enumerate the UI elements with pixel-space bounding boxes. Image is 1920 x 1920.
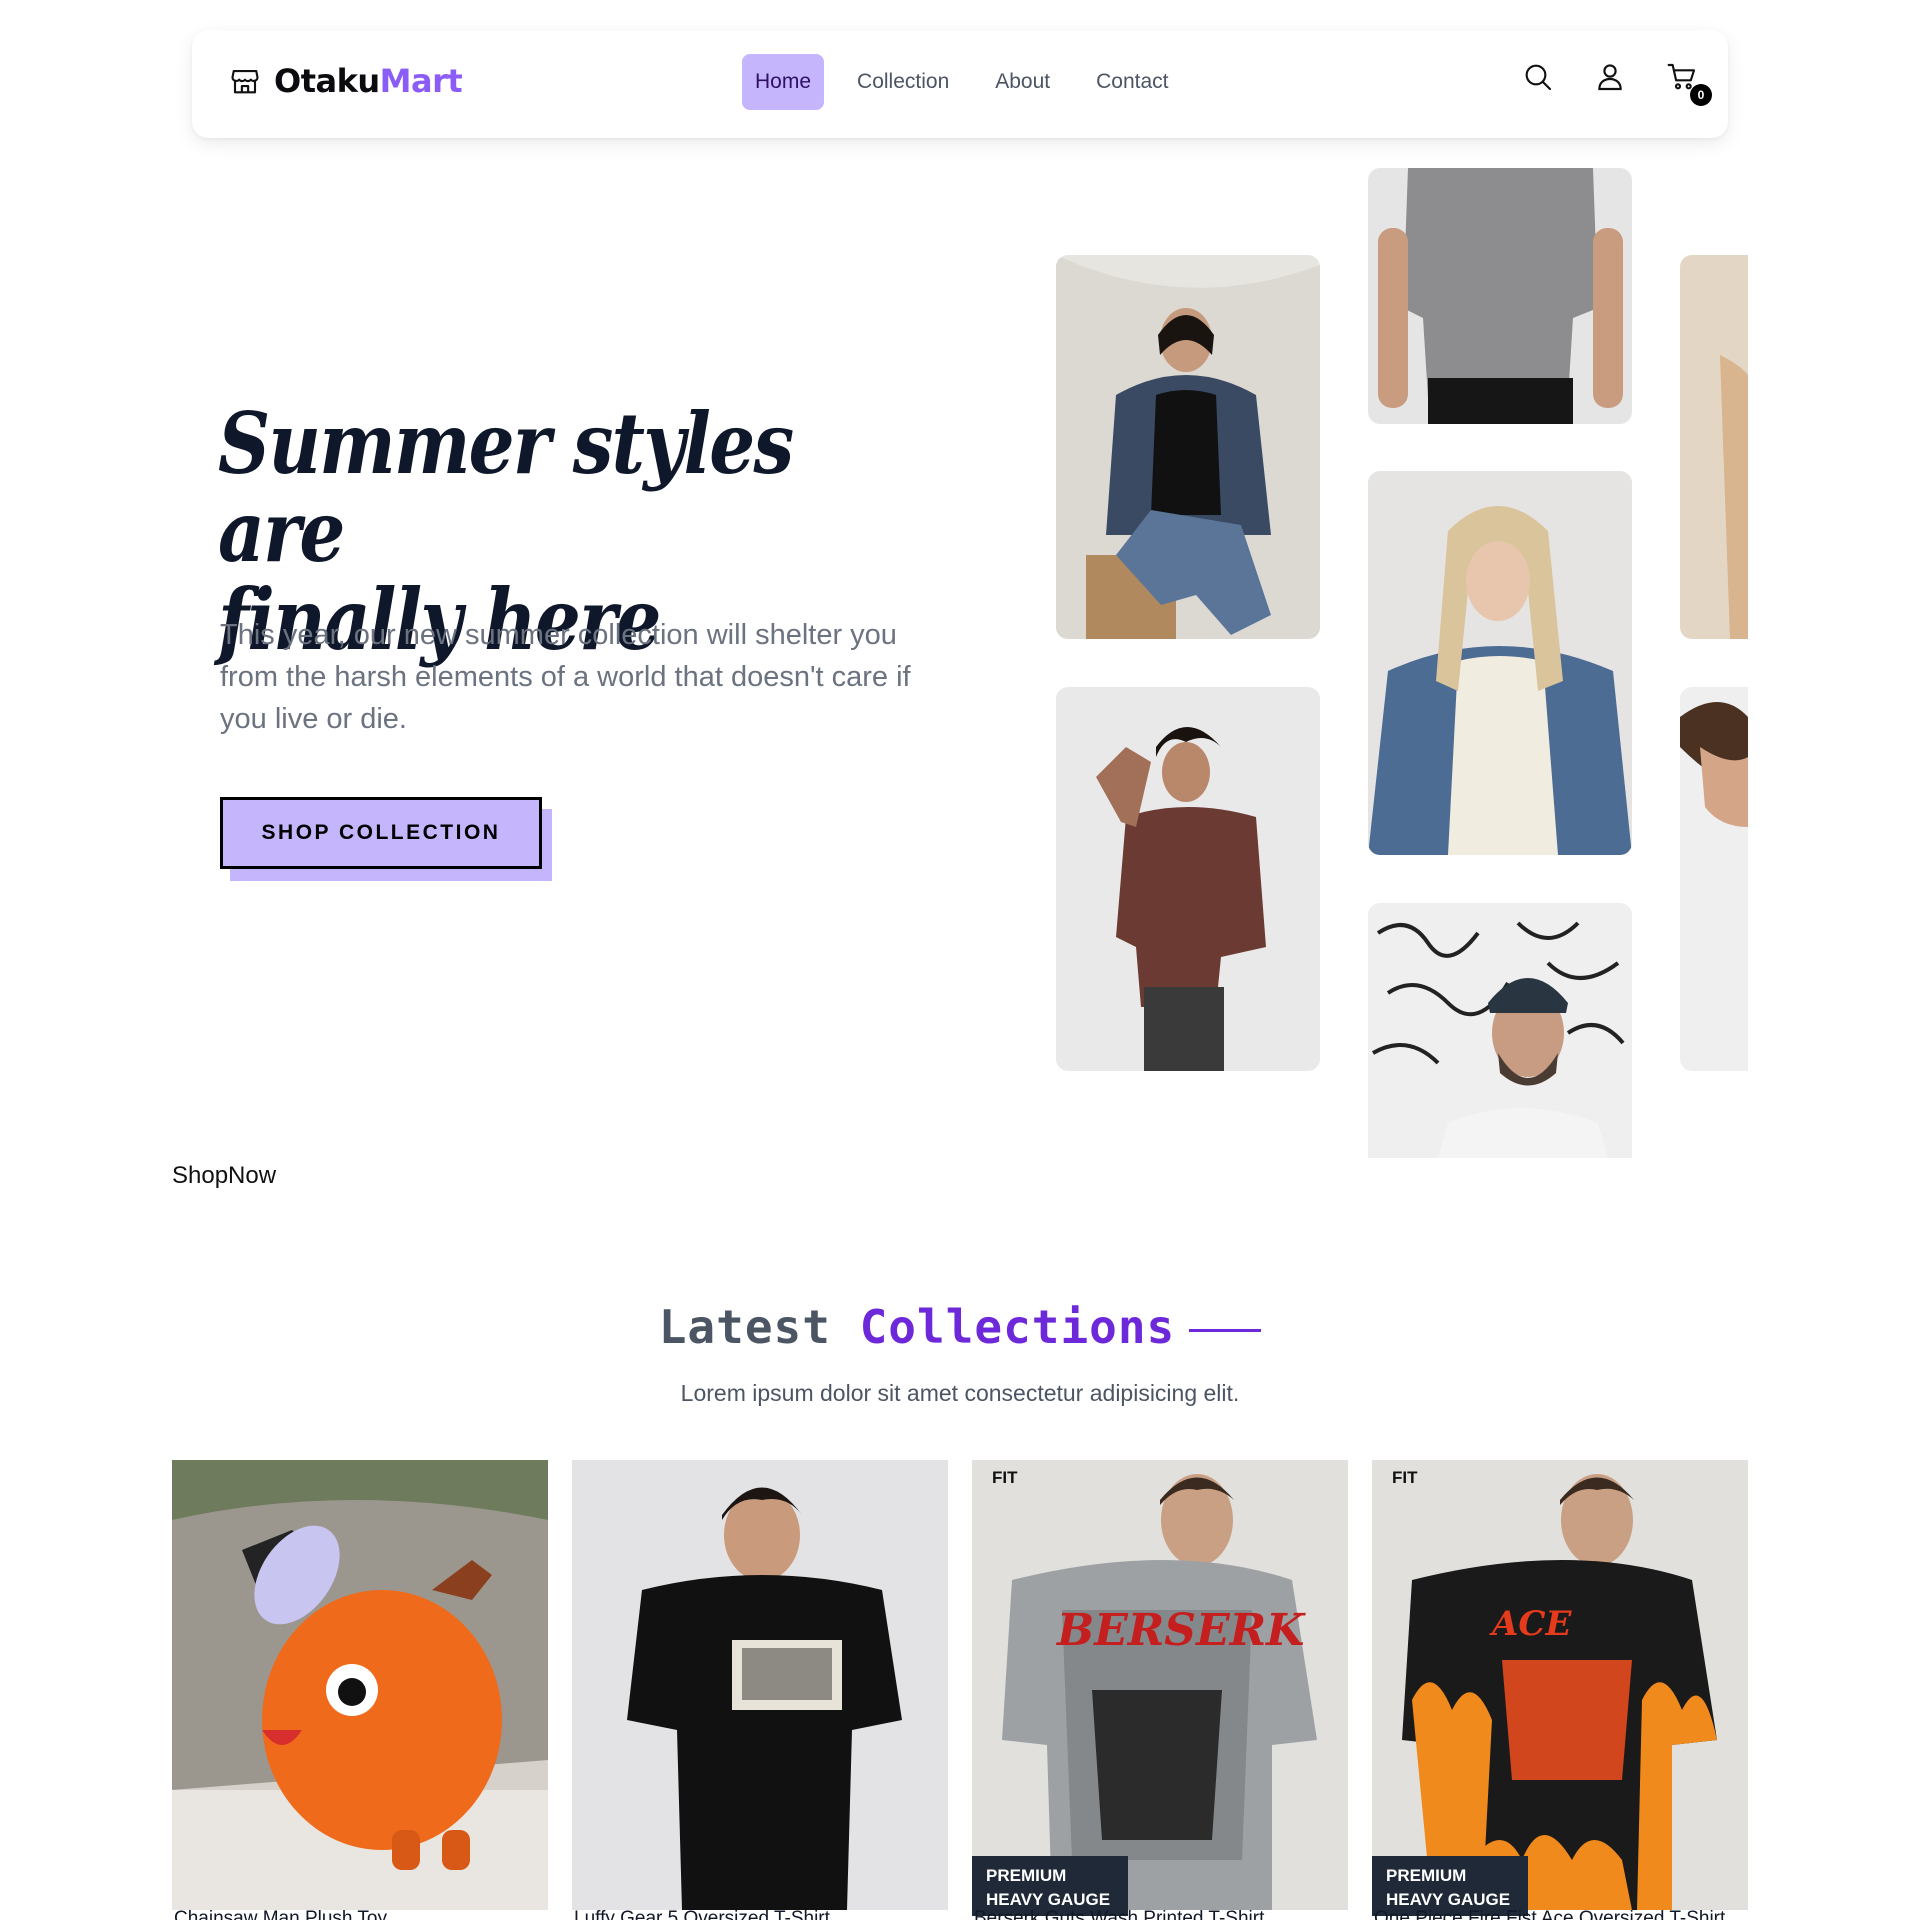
product-name[interactable]: Berserk Guts Wash Printed T-Shirt [974,1908,1348,1920]
nav-link-home[interactable]: Home [742,54,825,110]
product-card[interactable]: BERSERK FIT PREMIUM HEAVY GAUGE FABRIC B… [972,1460,1348,1920]
fabric-badge: PREMIUM HEAVY GAUGE FABRIC [972,1856,1128,1920]
product-card[interactable]: Luffy Gear 5 Oversized T-Shirt [572,1460,948,1920]
product-name[interactable]: Luffy Gear 5 Oversized T-Shirt [574,1908,948,1920]
nav-link-about[interactable]: About [982,54,1063,110]
product-image-ace-tshirt: ACE [1372,1460,1748,1910]
nav-icons: 0 [1522,60,1712,106]
hero-image-cropped-man [1680,687,1748,1071]
hero-image-man-brown-tshirt [1056,687,1320,1071]
shopnow-link[interactable]: ShopNow [172,1162,276,1190]
product-image-berserk-tshirt: BERSERK [972,1460,1348,1910]
product-name[interactable]: One Piece Fire Fist Ace Oversized T-Shir… [1374,1908,1748,1920]
nav-links: Home Collection About Contact [742,54,1182,110]
cart-count-badge: 0 [1690,84,1712,106]
hero-image-grey-tshirt [1368,168,1632,424]
svg-text:ACE: ACE [1489,1604,1572,1644]
search-icon[interactable] [1522,60,1554,94]
fit-label: FIT [992,1468,1018,1487]
product-card[interactable]: Chainsaw Man Plush Toy [172,1460,548,1920]
product-image-plush [172,1460,548,1910]
title-underline [1189,1329,1262,1332]
shop-collection-cta: SHOP COLLECTION [220,797,552,881]
fabric-badge: PREMIUM HEAVY GAUGE FABRIC [1372,1856,1528,1920]
fit-label: FIT [1392,1468,1418,1487]
hero-image-woman-denim-jacket [1056,255,1320,639]
hero-image-cropped-beige [1680,255,1748,639]
store-icon [231,69,259,94]
brand-logo[interactable]: OtakuMart [230,62,463,100]
latest-collections-title: Latest Collections [0,1300,1920,1354]
product-grid: Chainsaw Man Plush Toy Luffy Gear 5 Over… [172,1460,1748,1920]
product-name[interactable]: Chainsaw Man Plush Toy [174,1908,548,1920]
shop-collection-button[interactable]: SHOP COLLECTION [220,797,542,869]
product-card[interactable]: ACE FIT PREMIUM HEAVY GAUGE FABRIC One P… [1372,1460,1748,1920]
brand-name: OtakuMart [274,62,463,100]
latest-collections-subtitle: Lorem ipsum dolor sit amet consectetur a… [680,1380,1240,1406]
hero-description: This year, our new summer collection wil… [220,619,911,735]
hero-image-woman-blonde-denim [1368,471,1632,855]
product-image-black-tshirt [572,1460,948,1910]
user-icon[interactable] [1594,60,1626,94]
svg-text:BERSERK: BERSERK [1055,1605,1306,1656]
nav-link-collection[interactable]: Collection [844,54,962,110]
navbar: OtakuMart Home Collection About Contact … [192,30,1728,138]
hero-image-man-beanie [1368,903,1632,1158]
nav-link-contact[interactable]: Contact [1083,54,1181,110]
cart-button[interactable]: 0 [1666,60,1712,106]
